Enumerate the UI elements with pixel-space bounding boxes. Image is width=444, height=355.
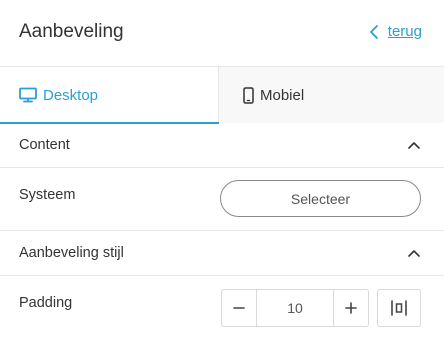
select-system-button[interactable]: Selecteer <box>220 180 421 217</box>
plus-icon <box>345 302 357 314</box>
back-link-label[interactable]: terug <box>388 23 422 40</box>
tab-desktop[interactable]: Desktop <box>0 67 219 124</box>
padding-stepper[interactable]: 10 <box>221 289 369 327</box>
decrement-button[interactable] <box>222 290 256 326</box>
padding-value[interactable]: 10 <box>256 290 334 326</box>
page-title: Aanbeveling <box>19 21 124 42</box>
tab-mobile[interactable]: Mobiel <box>219 67 444 123</box>
panel-header: Aanbeveling terug <box>0 0 444 67</box>
back-link[interactable]: terug <box>368 23 422 40</box>
increment-button[interactable] <box>334 290 368 326</box>
padding-label: Padding <box>19 295 73 311</box>
minus-icon <box>233 307 245 309</box>
systeem-label: Systeem <box>19 187 76 203</box>
section-style: Aanbeveling stijl <box>0 231 444 276</box>
desktop-icon <box>19 87 37 103</box>
padding-link-button[interactable] <box>377 289 421 327</box>
chevron-up-icon <box>408 250 420 257</box>
section-style-title: Aanbeveling stijl <box>19 245 124 261</box>
chevron-left-icon <box>369 24 378 39</box>
section-content-toggle[interactable]: Content <box>0 123 444 167</box>
section-style-toggle[interactable]: Aanbeveling stijl <box>0 231 444 275</box>
tab-mobile-label: Mobiel <box>260 86 305 104</box>
section-content-title: Content <box>19 137 70 153</box>
mobile-icon <box>243 86 254 104</box>
tab-desktop-label: Desktop <box>43 86 99 104</box>
padding-sides-icon <box>391 300 407 316</box>
device-tabs: Desktop Mobiel <box>0 67 444 124</box>
chevron-up-icon <box>408 142 420 149</box>
section-content: Content <box>0 123 444 168</box>
